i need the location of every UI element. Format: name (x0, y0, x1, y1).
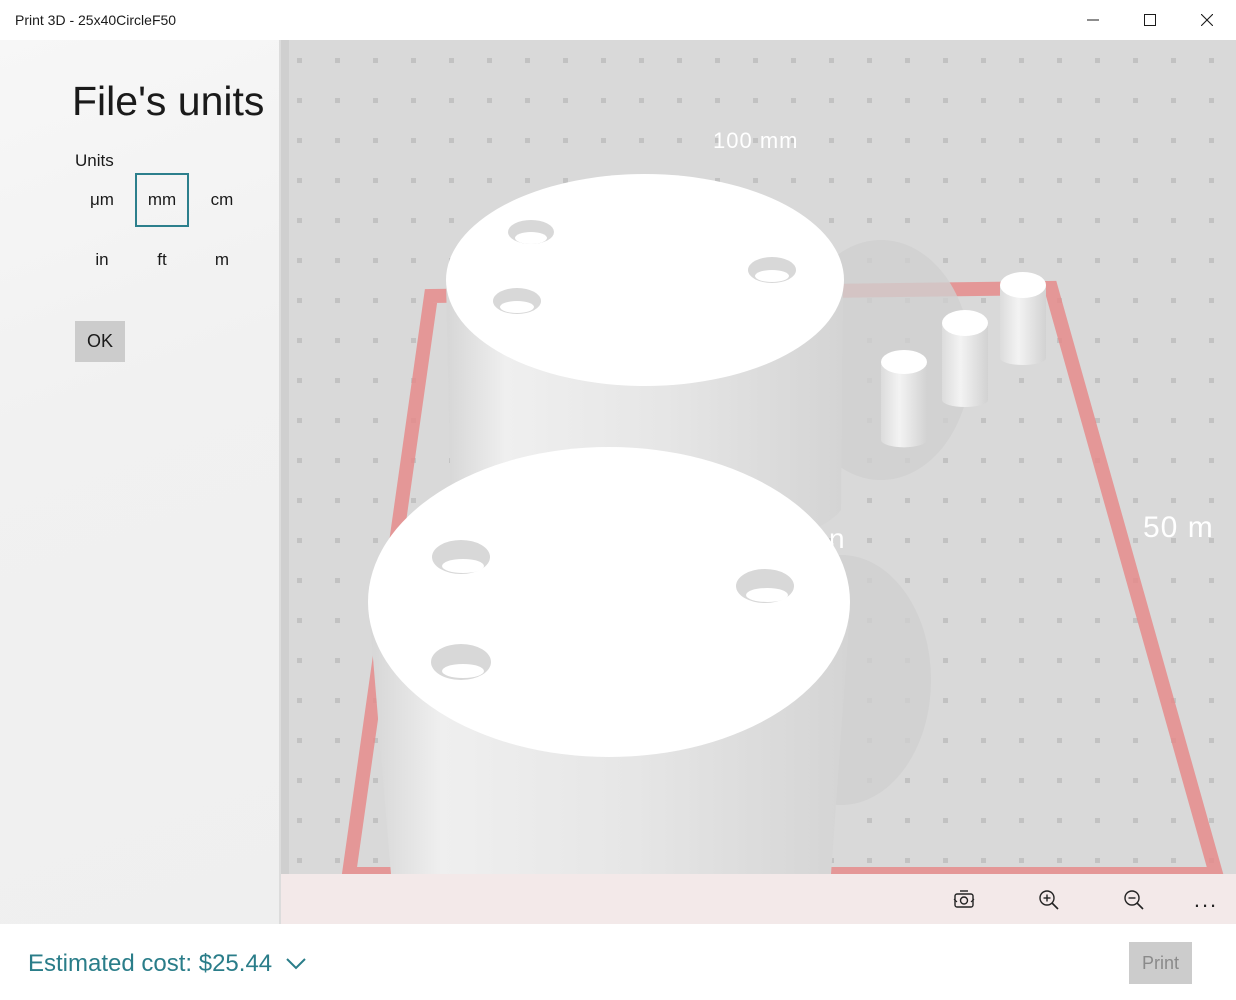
minimize-icon (1087, 19, 1099, 21)
axis-label-top: 100 mm (713, 128, 798, 153)
more-icon: ... (1193, 887, 1219, 912)
unit-option-cm[interactable]: cm (195, 173, 249, 227)
zoom-out-button[interactable] (1117, 883, 1151, 917)
unit-option-in[interactable]: in (75, 233, 129, 287)
small-peg[interactable] (942, 310, 988, 407)
chevron-down-icon[interactable] (283, 954, 309, 974)
close-icon (1201, 14, 1213, 26)
rotate-view-icon (953, 890, 975, 908)
zoom-out-icon (1124, 890, 1144, 910)
minimize-button[interactable] (1065, 0, 1121, 40)
title-bar: Print 3D - 25x40CircleF50 (0, 0, 1236, 40)
view-toolbar: ... (281, 874, 1236, 924)
axis-label-right: 50 m (1143, 511, 1214, 544)
window-title: Print 3D - 25x40CircleF50 (15, 12, 177, 28)
units-label: Units (75, 151, 114, 170)
viewport-edge-shade (281, 40, 289, 874)
unit-option-m[interactable]: m (195, 233, 249, 287)
unit-option-mm[interactable]: mm (135, 173, 189, 227)
small-peg[interactable] (881, 350, 927, 448)
scene-canvas[interactable]: 100 mm 50 m n (281, 40, 1236, 874)
close-button[interactable] (1179, 0, 1235, 40)
zoom-in-icon (1039, 890, 1059, 910)
maximize-button[interactable] (1122, 0, 1178, 40)
unit-option-ft[interactable]: ft (135, 233, 189, 287)
zoom-in-button[interactable] (1032, 883, 1066, 917)
unit-option-um[interactable]: μm (75, 173, 129, 227)
panel-title: File's units (72, 78, 265, 124)
3d-viewport[interactable]: 100 mm 50 m n (281, 40, 1236, 874)
small-peg[interactable] (1000, 272, 1046, 365)
print-button[interactable]: Print (1129, 942, 1192, 984)
bottom-bar: Estimated cost: $25.44 Print (0, 924, 1236, 1000)
reset-view-button[interactable] (947, 883, 981, 917)
maximize-icon (1144, 14, 1156, 26)
more-options-button[interactable]: ... (1189, 883, 1223, 917)
units-panel: File's units Units μm mm cm in ft m OK (0, 40, 281, 924)
front-cylinder[interactable] (368, 447, 850, 874)
estimated-cost[interactable]: Estimated cost: $25.44 (28, 950, 272, 978)
ok-button[interactable]: OK (75, 321, 125, 362)
